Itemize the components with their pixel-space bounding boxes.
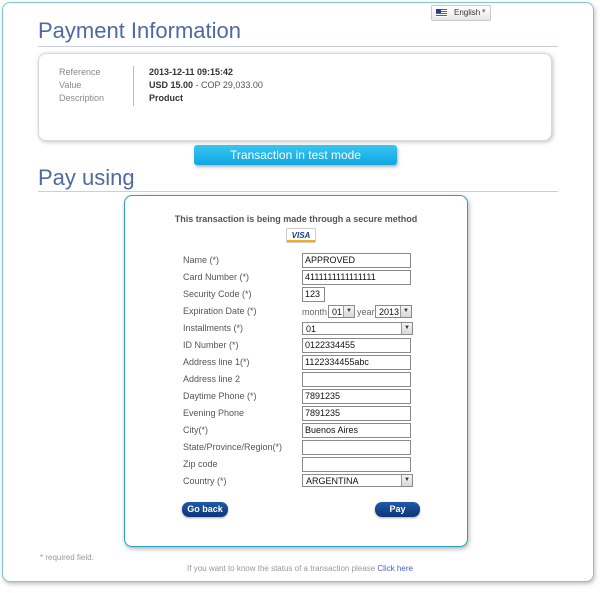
- name-label: Name (*): [183, 255, 220, 265]
- visa-icon: VISA: [286, 228, 316, 243]
- daytime-phone-label: Daytime Phone (*): [183, 391, 257, 401]
- expiration-date-label: Expiration Date (*): [183, 306, 257, 316]
- reference-label: Reference: [59, 67, 101, 77]
- language-select[interactable]: English ▾: [431, 5, 491, 21]
- country-label: Country (*): [183, 476, 227, 486]
- us-flag-icon: [436, 9, 447, 17]
- address1-field[interactable]: 1122334455abc: [302, 355, 411, 370]
- installments-select[interactable]: 01 ▼: [302, 322, 413, 335]
- payment-form: This transaction is being made through a…: [124, 195, 468, 547]
- chevron-down-icon: ▼: [401, 323, 412, 334]
- value-label: Value: [59, 80, 82, 90]
- installments-value: 01: [306, 324, 317, 334]
- go-back-button[interactable]: Go back: [182, 502, 228, 517]
- chevron-down-icon: ▼: [400, 306, 411, 317]
- id-number-field[interactable]: 0122334455: [302, 338, 411, 353]
- reference-value: 2013-12-11 09:15:42: [149, 67, 234, 77]
- info-divider: [133, 66, 134, 106]
- chevron-down-icon: ▼: [343, 306, 354, 317]
- year-label: year: [357, 307, 375, 317]
- required-note: * required field.: [40, 553, 94, 562]
- chevron-down-icon: ▼: [401, 475, 412, 486]
- description-value: Product: [149, 93, 184, 103]
- state-label: State/Province/Region(*): [183, 442, 283, 452]
- country-select[interactable]: ARGENTINA ▼: [302, 474, 413, 487]
- daytime-phone-field[interactable]: 7891235: [302, 389, 411, 404]
- value-cop: - COP 29,033.00: [193, 80, 263, 90]
- evening-phone-label: Evening Phone: [183, 408, 245, 418]
- city-field[interactable]: Buenos Aires: [302, 423, 411, 438]
- value-usd: USD 15.00: [149, 80, 194, 90]
- zip-field[interactable]: [302, 457, 411, 472]
- status-message: If you want to know the status of a tran…: [187, 564, 378, 573]
- pay-using-title: Pay using: [38, 165, 135, 190]
- secure-message: This transaction is being made through a…: [174, 214, 418, 224]
- month-value: 01: [332, 307, 343, 317]
- country-value: ARGENTINA: [306, 476, 359, 486]
- test-mode-banner: Transaction in test mode: [194, 145, 397, 165]
- card-number-field[interactable]: 4111111111111111: [302, 270, 411, 285]
- month-select[interactable]: 01 ▼: [328, 305, 355, 318]
- pay-using-divider: [38, 191, 558, 192]
- year-value: 2013: [379, 307, 400, 317]
- address2-field[interactable]: [302, 372, 411, 387]
- state-field[interactable]: [302, 440, 411, 455]
- installments-label: Installments (*): [183, 323, 244, 333]
- payment-summary: Reference Value Description 2013-12-11 0…: [38, 53, 552, 141]
- chevron-down-icon: ▾: [482, 8, 486, 15]
- pay-button[interactable]: Pay: [375, 502, 420, 517]
- evening-phone-field[interactable]: 7891235: [302, 406, 411, 421]
- payment-info-title: Payment Information: [38, 18, 241, 43]
- address1-label: Address line 1(*): [183, 357, 250, 367]
- address2-label: Address line 2: [183, 374, 241, 384]
- status-link[interactable]: Click here: [377, 564, 413, 573]
- security-code-label: Security Code (*): [183, 289, 252, 299]
- card-number-label: Card Number (*): [183, 272, 250, 282]
- name-field[interactable]: APPROVED: [302, 253, 411, 268]
- title-divider: [38, 46, 558, 47]
- month-label: month: [302, 307, 328, 317]
- language-label: English: [454, 8, 481, 17]
- zip-label: Zip code: [183, 459, 218, 469]
- city-label: City(*): [183, 425, 208, 435]
- id-number-label: ID Number (*): [183, 340, 239, 350]
- description-label: Description: [59, 93, 105, 103]
- status-text: If you want to know the status of a tran…: [0, 564, 600, 573]
- security-code-field[interactable]: 123: [302, 287, 325, 302]
- year-select[interactable]: 2013 ▼: [375, 305, 412, 318]
